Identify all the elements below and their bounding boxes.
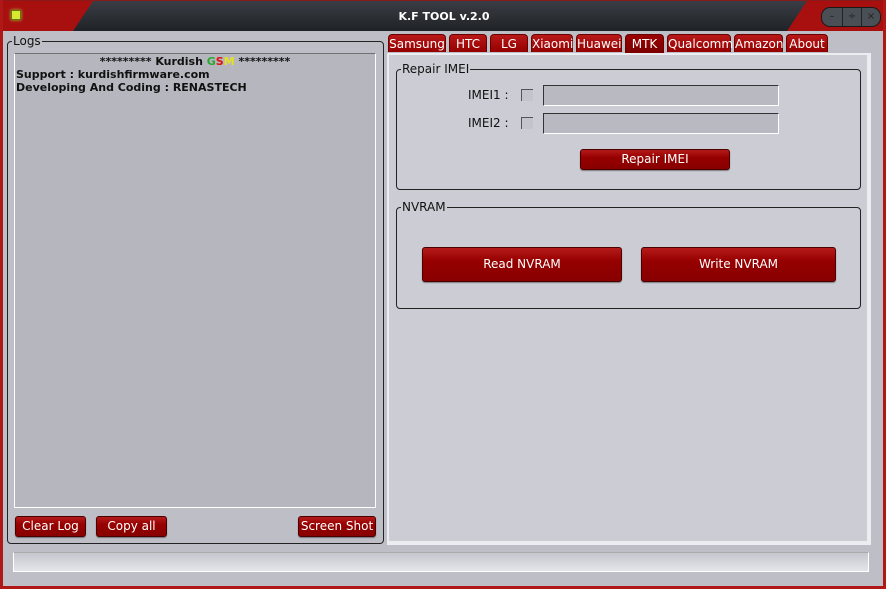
maximize-button[interactable]: ÷ (842, 8, 861, 26)
banner-g: G (206, 55, 216, 68)
logs-group-label: Logs (13, 34, 41, 48)
banner-s: S (215, 55, 224, 68)
close-button[interactable]: × (861, 8, 880, 26)
imei1-input[interactable] (543, 85, 779, 106)
tab-about[interactable]: About (786, 34, 828, 52)
tab-xiaomi[interactable]: Xiaomi (531, 34, 573, 52)
banner-m: M (223, 55, 235, 68)
tab-mtk[interactable]: MTK (625, 34, 664, 53)
screenshot-button[interactable]: Screen Shot (298, 516, 376, 537)
banner-stars: ********* (234, 55, 291, 68)
tab-lg[interactable]: LG (490, 34, 528, 52)
tab-qualcomm[interactable]: Qualcomm (667, 34, 733, 52)
banner-name: Kurdish (155, 55, 207, 68)
repair-imei-button[interactable]: Repair IMEI (580, 149, 730, 170)
tab-htc[interactable]: HTC (449, 34, 487, 52)
title-bar[interactable]: K.F TOOL v.2.0 – ÷ × (1, 1, 886, 31)
copy-all-button[interactable]: Copy all (96, 516, 167, 537)
imei1-checkbox[interactable] (521, 89, 533, 101)
tab-samsung[interactable]: Samsung (388, 34, 446, 52)
repair-imei-group-label: Repair IMEI (402, 62, 470, 76)
imei2-input[interactable] (543, 113, 779, 134)
tab-huawei[interactable]: Huawei (576, 34, 622, 52)
imei1-label: IMEI1 : (468, 88, 509, 102)
clear-log-button[interactable]: Clear Log (15, 516, 86, 537)
log-output[interactable]: ********* Kurdish GSM ********* Support … (14, 53, 376, 508)
imei2-label: IMEI2 : (468, 116, 509, 130)
status-bar (13, 552, 869, 572)
log-line: Support : kurdishfirmware.com (16, 68, 210, 81)
window-controls: – ÷ × (821, 7, 881, 27)
tab-bar: Samsung HTC LG Xiaomi Huawei MTK Qualcom… (388, 34, 831, 53)
app-window: K.F TOOL v.2.0 – ÷ × Logs ********* Kurd… (0, 0, 886, 587)
log-line: Developing And Coding : RENASTECH (16, 81, 247, 94)
log-banner: ********* Kurdish GSM ********* (16, 55, 374, 68)
minimize-button[interactable]: – (822, 8, 842, 26)
window-title: K.F TOOL v.2.0 (398, 10, 490, 23)
write-nvram-button[interactable]: Write NVRAM (641, 247, 836, 282)
read-nvram-button[interactable]: Read NVRAM (422, 247, 622, 282)
banner-stars: ********* (99, 55, 156, 68)
tab-amazon[interactable]: Amazon (734, 34, 784, 52)
imei2-checkbox[interactable] (521, 117, 533, 129)
nvram-group-label: NVRAM (402, 200, 446, 214)
